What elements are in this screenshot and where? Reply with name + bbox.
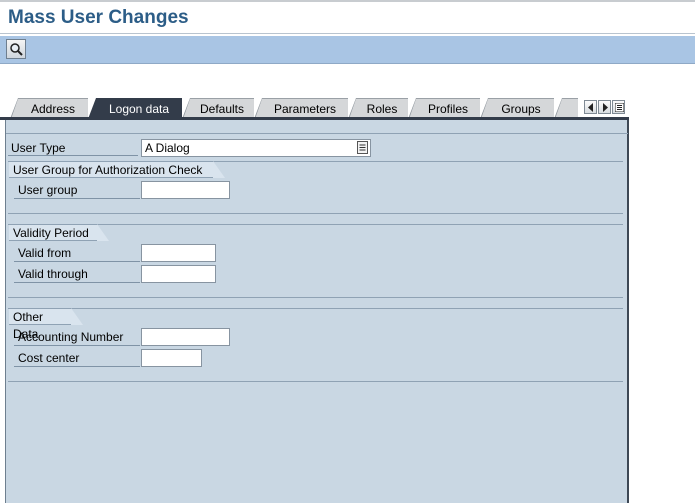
valid-through-label-underline: [14, 282, 140, 283]
tab-list-button[interactable]: [612, 100, 625, 114]
tab-content-panel: User Type A Dialog User Group for Author…: [5, 120, 629, 503]
other-data-group-bottom-rule: [8, 381, 623, 382]
tab-scroll-controls: [584, 100, 627, 114]
find-icon: [10, 43, 23, 56]
user-group-input[interactable]: [141, 181, 230, 199]
user-type-dropdown[interactable]: A Dialog: [141, 139, 371, 157]
window-top-border: [0, 0, 695, 2]
tab-list-icon: [615, 103, 624, 112]
accounting-number-label: Accounting Number: [18, 330, 124, 344]
auth-group-bottom-rule: [8, 213, 623, 214]
valid-through-input[interactable]: [141, 265, 216, 283]
tab-scroll-right-button[interactable]: [598, 100, 611, 114]
tab-overflow: [554, 98, 578, 119]
tab-profiles[interactable]: Profiles: [408, 98, 480, 119]
valid-from-input[interactable]: [141, 244, 216, 262]
other-data-group-title-slant: [71, 308, 83, 325]
other-data-group-title: Other Data: [9, 308, 71, 341]
arrow-right-icon: [603, 103, 608, 112]
tab-parameters[interactable]: Parameters: [254, 98, 348, 119]
find-button[interactable]: [6, 39, 26, 59]
tab-groups[interactable]: Groups: [480, 98, 554, 119]
dropdown-list-icon: [357, 141, 368, 154]
auth-group-title-slant: [213, 161, 225, 178]
page-title: Mass User Changes: [8, 7, 189, 28]
tab-logon-data[interactable]: Logon data: [88, 98, 182, 119]
tab-defaults[interactable]: Defaults: [182, 98, 254, 119]
tab-roles[interactable]: Roles: [348, 98, 408, 119]
user-group-label-underline: [14, 198, 140, 199]
cost-center-label-underline: [14, 366, 140, 367]
valid-from-label-underline: [14, 261, 140, 262]
auth-group-title: User Group for Authorization Check: [9, 161, 213, 178]
cost-center-input[interactable]: [141, 349, 202, 367]
user-group-label: User group: [18, 183, 78, 197]
validity-group-title: Validity Period: [9, 224, 97, 241]
user-type-value: A Dialog: [145, 141, 190, 155]
valid-through-label: Valid through: [18, 267, 88, 281]
title-divider: [0, 33, 695, 34]
other-data-group-top-rule: [8, 308, 623, 309]
accounting-number-input[interactable]: [141, 328, 230, 346]
application-toolbar: [0, 36, 695, 64]
arrow-left-icon: [588, 103, 593, 112]
cost-center-label: Cost center: [18, 351, 80, 365]
panel-top-rule: [6, 133, 628, 134]
tab-scroll-left-button[interactable]: [584, 100, 597, 114]
tab-address[interactable]: Address: [10, 98, 88, 119]
user-type-label-underline: [8, 155, 138, 156]
validity-group-bottom-rule: [8, 297, 623, 298]
validity-group-title-slant: [97, 224, 109, 241]
valid-from-label: Valid from: [18, 246, 72, 260]
user-type-label: User Type: [11, 141, 66, 155]
accounting-number-label-underline: [14, 345, 140, 346]
